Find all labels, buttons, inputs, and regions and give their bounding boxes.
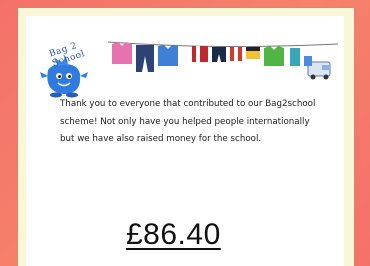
bag2school-logo: Bag 2 School [34,30,104,100]
raised-amount: £86.40 [126,218,221,251]
thank-you-message: Thank you to everyone that contributed t… [60,99,316,144]
notice-card: Bag 2 School Thank you to everyone that … [26,16,344,266]
washing-line-clothes-icon [108,41,338,80]
